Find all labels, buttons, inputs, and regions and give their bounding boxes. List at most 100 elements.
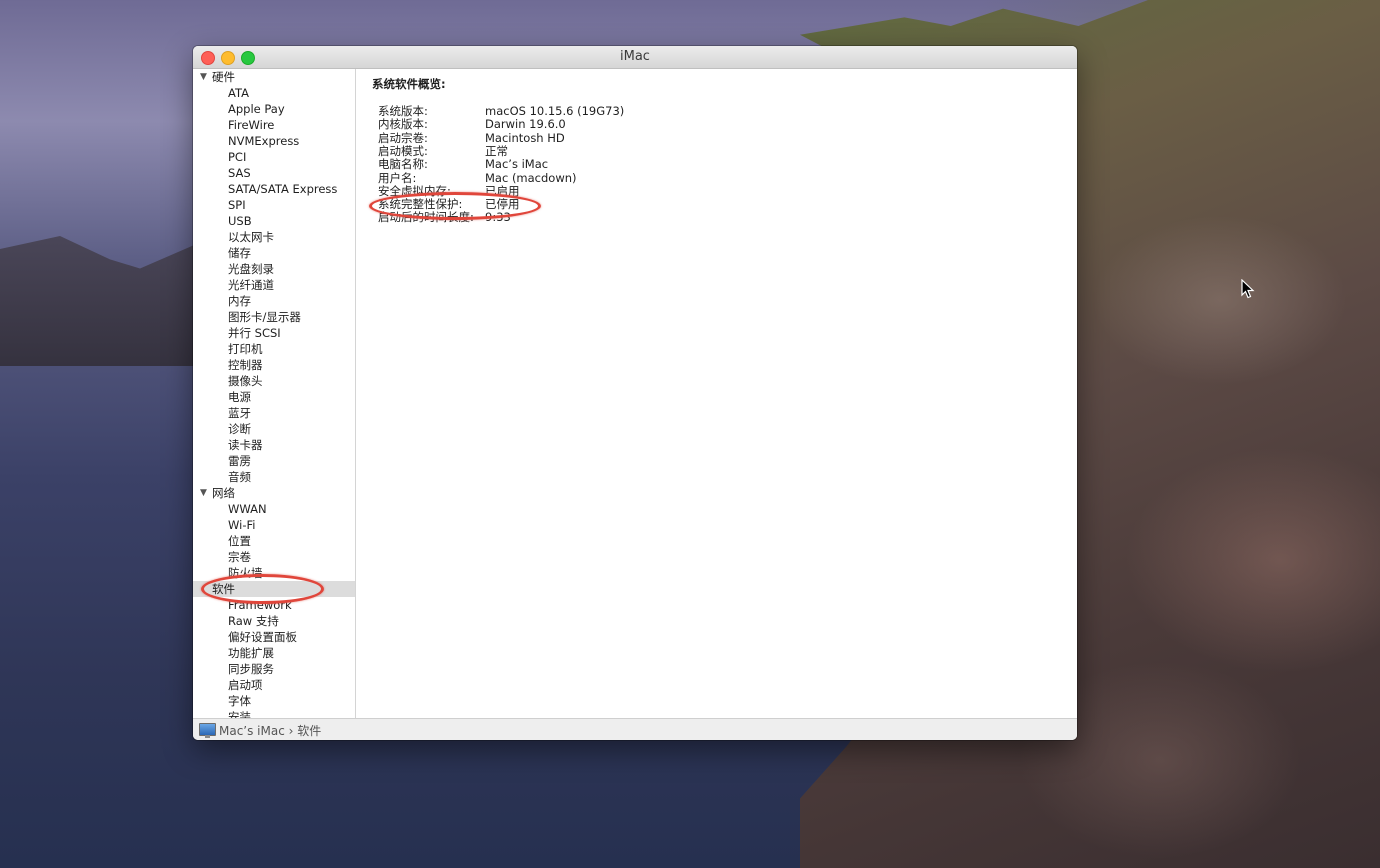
sidebar-item[interactable]: 控制器 <box>193 357 355 373</box>
sidebar-item[interactable]: WWAN <box>193 501 355 517</box>
sidebar-item-label: 打印机 <box>228 342 263 356</box>
sidebar-item[interactable]: 图形卡/显示器 <box>193 309 355 325</box>
sidebar-item[interactable]: NVMExpress <box>193 133 355 149</box>
info-key: 启动宗卷: <box>378 130 428 145</box>
sidebar-item[interactable]: 并行 SCSI <box>193 325 355 341</box>
sidebar-item[interactable]: 光盘刻录 <box>193 261 355 277</box>
sidebar-item-label: 防火墙 <box>228 566 263 580</box>
info-value: macOS 10.15.6 (19G73) <box>485 104 625 118</box>
system-information-window: iMac ▼ 硬件 ATA Apple Pay FireWire NVMExpress PC… <box>193 46 1077 740</box>
sidebar-category-1[interactable]: ▼ 网络 <box>193 485 355 501</box>
sidebar-item[interactable]: 储存 <box>193 245 355 261</box>
sidebar-item-label: 以太网卡 <box>228 230 274 244</box>
info-value: Macintosh HD <box>485 130 565 145</box>
sidebar-category-label: 硬件 <box>212 70 235 84</box>
disclosure-triangle-icon[interactable]: ▼ <box>200 69 207 85</box>
breadcrumb: Mac’s iMac › 软件 <box>219 724 322 738</box>
sidebar-outline[interactable]: ▼ 硬件 ATA Apple Pay FireWire NVMExpress PCI SAS S… <box>193 69 356 718</box>
sidebar-item[interactable]: 安装 <box>193 709 355 718</box>
sidebar-item-label: 电源 <box>228 390 251 404</box>
wallpaper-hill <box>0 236 200 366</box>
sidebar-item-label: Framework <box>228 598 292 612</box>
sidebar-item[interactable]: FireWire <box>193 117 355 133</box>
info-key: 系统完整性保护: <box>378 197 463 212</box>
sidebar-item-label: 字体 <box>228 694 251 708</box>
sidebar-category-label: 软件 <box>212 582 235 596</box>
sidebar-item[interactable]: 摄像头 <box>193 373 355 389</box>
sidebar-item-label: 雷雳 <box>228 454 251 468</box>
sidebar-item[interactable]: 位置 <box>193 533 355 549</box>
sidebar-item-label: 图形卡/显示器 <box>228 310 301 324</box>
sidebar-item[interactable]: 诊断 <box>193 421 355 437</box>
sidebar-item[interactable]: USB <box>193 213 355 229</box>
sidebar-item[interactable]: 读卡器 <box>193 437 355 453</box>
sidebar-item[interactable]: 防火墙 <box>193 565 355 581</box>
sidebar-item[interactable]: 偏好设置面板 <box>193 629 355 645</box>
sidebar-item-label: 功能扩展 <box>228 646 274 660</box>
info-value: Mac’s iMac <box>485 157 549 172</box>
info-key: 内核版本: <box>378 117 428 132</box>
disclosure-triangle-icon[interactable]: ▼ <box>200 485 207 501</box>
sidebar-item-label: Apple Pay <box>228 102 285 116</box>
info-value: 已停用 <box>485 197 520 212</box>
sidebar-item[interactable]: Wi-Fi <box>193 517 355 533</box>
sidebar-item[interactable]: SATA/SATA Express <box>193 181 355 197</box>
sidebar-item-label: 光纤通道 <box>228 278 274 292</box>
detail-pane: 系统软件概览: 系统版本: macOS 10.15.6 (19G73) 内核版本: D… <box>356 69 1077 718</box>
sidebar-item[interactable]: 电源 <box>193 389 355 405</box>
sidebar-item-label: 音频 <box>228 470 251 484</box>
sidebar-item-label: USB <box>228 214 252 228</box>
sidebar-item[interactable]: 光纤通道 <box>193 277 355 293</box>
sidebar-item[interactable]: 雷雳 <box>193 453 355 469</box>
sidebar-item-label: 摄像头 <box>228 374 263 388</box>
status-bar: Mac’s iMac › 软件 <box>193 718 1077 740</box>
sidebar-item[interactable]: 功能扩展 <box>193 645 355 661</box>
sidebar-item-label: SPI <box>228 198 246 212</box>
sidebar-item[interactable]: Apple Pay <box>193 101 355 117</box>
sidebar-item[interactable]: PCI <box>193 149 355 165</box>
sidebar-item-label: 安装 <box>228 710 251 718</box>
sidebar-category-2[interactable]: 软件 <box>193 581 355 597</box>
sidebar-item-label: 同步服务 <box>228 662 274 676</box>
sidebar-item-label: SAS <box>228 166 251 180</box>
sidebar-item-label: 蓝牙 <box>228 406 251 420</box>
sidebar-item[interactable]: 同步服务 <box>193 661 355 677</box>
sidebar-item[interactable]: 启动项 <box>193 677 355 693</box>
sidebar-item[interactable]: 宗卷 <box>193 549 355 565</box>
sidebar-category-label: 网络 <box>212 486 235 500</box>
sidebar-item-label: 启动项 <box>228 678 263 692</box>
sidebar-item-label: FireWire <box>228 118 275 132</box>
sidebar-item[interactable]: 字体 <box>193 693 355 709</box>
section-heading: 系统软件概览: <box>372 77 446 91</box>
sidebar-item-label: SATA/SATA Express <box>228 182 338 196</box>
sidebar-item-label: WWAN <box>228 502 267 516</box>
sidebar-item[interactable]: SAS <box>193 165 355 181</box>
sidebar-item[interactable]: 蓝牙 <box>193 405 355 421</box>
sidebar-item-label: 宗卷 <box>228 550 251 564</box>
sidebar-category-0[interactable]: ▼ 硬件 <box>193 69 355 85</box>
sidebar-item[interactable]: 以太网卡 <box>193 229 355 245</box>
sidebar-item-label: PCI <box>228 150 247 164</box>
sidebar-item-label: 光盘刻录 <box>228 262 274 276</box>
sidebar-item-label: 诊断 <box>228 422 251 436</box>
sidebar-item[interactable]: Framework <box>193 597 355 613</box>
sidebar-item[interactable]: ATA <box>193 85 355 101</box>
sidebar-item-label: ATA <box>228 86 249 100</box>
sidebar-item[interactable]: 音频 <box>193 469 355 485</box>
info-value: 9:33 <box>485 210 511 225</box>
info-key: 安全虚拟内存: <box>378 183 451 198</box>
sidebar-item-label: 偏好设置面板 <box>228 630 297 644</box>
sidebar-item-label: 控制器 <box>228 358 263 372</box>
sidebar-item[interactable]: 内存 <box>193 293 355 309</box>
info-value: 正常 <box>485 143 508 158</box>
info-key: 启动后的时间长度: <box>378 210 474 225</box>
sidebar-item-label: 并行 SCSI <box>228 326 281 340</box>
info-key: 电脑名称: <box>378 157 428 172</box>
sidebar-item[interactable]: 打印机 <box>193 341 355 357</box>
sidebar-item[interactable]: SPI <box>193 197 355 213</box>
sidebar-item-label: 读卡器 <box>228 438 263 452</box>
sidebar-item-label: 储存 <box>228 246 251 260</box>
sidebar-item[interactable]: Raw 支持 <box>193 613 355 629</box>
sidebar-item-label: Raw 支持 <box>228 614 279 628</box>
title-bar[interactable]: iMac <box>193 46 1077 69</box>
